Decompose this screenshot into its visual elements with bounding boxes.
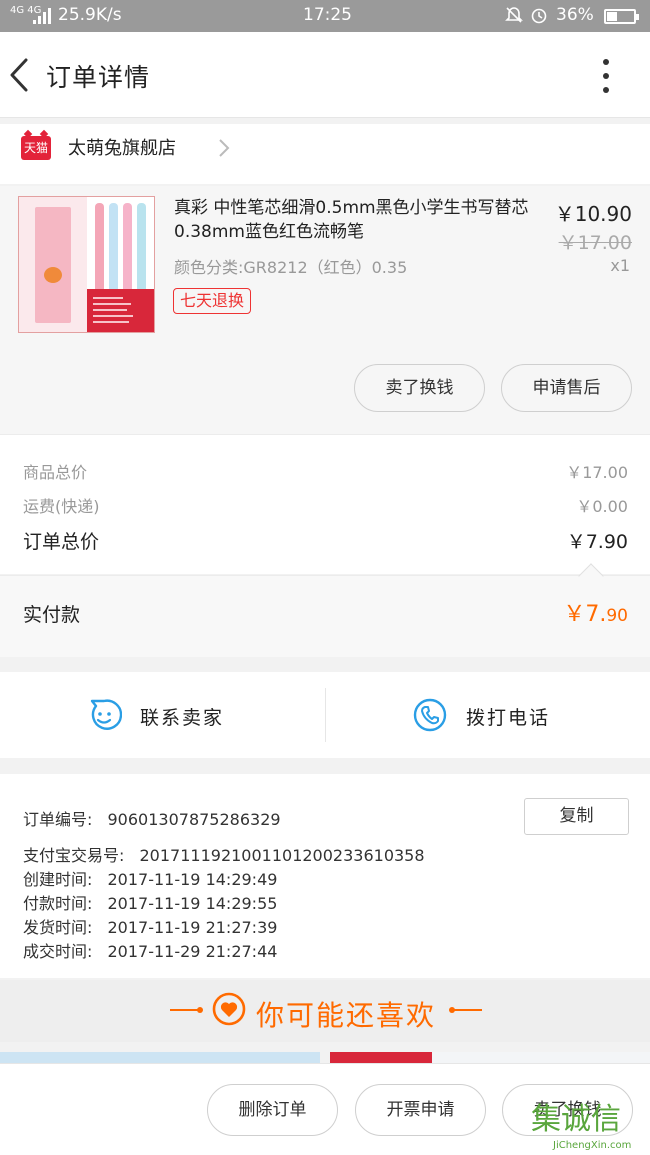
- shipping-value: ￥0.00: [576, 497, 628, 516]
- paid-value: ￥7.90: [563, 602, 628, 627]
- order-number: 90601307875286329: [107, 810, 281, 829]
- chat-icon: [90, 699, 122, 730]
- store-name: 太萌兔旗舰店: [68, 138, 176, 159]
- network-speed: 25.9K/s: [58, 5, 122, 25]
- product-quantity: x1: [610, 256, 630, 275]
- product-price: ￥10.90: [554, 202, 632, 226]
- done-label: 成交时间:: [23, 942, 93, 961]
- back-arrow-icon[interactable]: [6, 54, 36, 96]
- page-title: 订单详情: [46, 63, 151, 92]
- goods-total-label: 商品总价: [23, 463, 88, 482]
- store-row[interactable]: 天猫 太萌兔旗舰店: [0, 124, 650, 184]
- heart-icon: [212, 992, 246, 1026]
- price-summary: 商品总价 ￥17.00 运费(快递) ￥0.00 订单总价 ￥7.90: [0, 434, 650, 574]
- order-total-label: 订单总价: [23, 531, 100, 553]
- more-menu-icon[interactable]: [596, 56, 616, 96]
- product-spec: 颜色分类:GR8212（红色）0.35: [174, 258, 408, 277]
- order-total-value: ￥7.90: [566, 531, 628, 553]
- contact-bar: 联系卖家 拨打电话: [0, 672, 650, 758]
- phone-icon: [413, 698, 447, 732]
- paid-time-label: 付款时间:: [23, 894, 93, 913]
- clock: 17:25: [303, 5, 352, 25]
- invoice-button[interactable]: 开票申请: [355, 1084, 486, 1136]
- call-label: 拨打电话: [466, 707, 551, 729]
- call-button[interactable]: 拨打电话: [326, 672, 650, 758]
- sell-button[interactable]: 卖了换钱: [354, 364, 485, 412]
- paid-time-row: 付款时间: 2017-11-19 14:29:55: [23, 890, 277, 914]
- recommend-header: 你可能还喜欢: [0, 980, 650, 1042]
- product-card[interactable]: 真彩 中性笔芯细滑0.5mm黑色小学生书写替芯0.38mm蓝色红色流畅笔 颜色分…: [0, 186, 650, 434]
- order-number-label: 订单编号:: [23, 810, 93, 829]
- mute-bell-icon: [505, 7, 523, 23]
- watermark-logo: 集诚信: [531, 1102, 621, 1137]
- paid-amount-row: 实付款 ￥7.90: [0, 563, 650, 657]
- chevron-right-icon: [219, 139, 230, 157]
- order-info: 订单编号: 90601307875286329 复制 支付宝交易号: 20171…: [0, 774, 650, 978]
- app-header: 订单详情: [0, 32, 650, 118]
- status-bar: 4G 4G 25.9K/s 17:25 36%: [0, 0, 650, 32]
- goods-total-value: ￥17.00: [566, 463, 628, 482]
- alipay-row: 支付宝交易号: 2017111921001101200233610358: [23, 842, 425, 866]
- delete-order-button[interactable]: 删除订单: [207, 1084, 338, 1136]
- after-sale-button[interactable]: 申请售后: [501, 364, 632, 412]
- created-row: 创建时间: 2017-11-19 14:29:49: [23, 866, 277, 890]
- signal-icon: [33, 8, 53, 24]
- order-number-row: 订单编号: 90601307875286329: [23, 806, 281, 830]
- return-policy-badge: 七天退换: [173, 288, 252, 314]
- shipped-time: 2017-11-19 21:27:39: [107, 918, 278, 937]
- alipay-label: 支付宝交易号:: [23, 846, 125, 865]
- product-image[interactable]: [18, 196, 155, 333]
- done-time: 2017-11-29 21:27:44: [107, 942, 278, 961]
- shipped-label: 发货时间:: [23, 918, 93, 937]
- contact-seller-button[interactable]: 联系卖家: [0, 672, 325, 758]
- created-label: 创建时间:: [23, 870, 93, 889]
- watermark: 集诚信 JiChengXin.com: [531, 1102, 649, 1154]
- battery-icon: [604, 9, 639, 24]
- shipped-row: 发货时间: 2017-11-19 21:27:39: [23, 914, 277, 938]
- product-original-price: ￥17.00: [558, 232, 632, 254]
- paid-label: 实付款: [23, 604, 81, 626]
- battery-percent: 36%: [556, 5, 594, 25]
- alipay-number: 2017111921001101200233610358: [139, 846, 425, 865]
- contact-seller-label: 联系卖家: [140, 707, 225, 729]
- tmall-logo-icon: 天猫: [21, 136, 51, 160]
- created-time: 2017-11-19 14:29:49: [107, 870, 278, 889]
- copy-button[interactable]: 复制: [524, 798, 629, 835]
- watermark-url: JiChengXin.com: [553, 1140, 632, 1151]
- shipping-label: 运费(快递): [23, 497, 100, 516]
- paid-time: 2017-11-19 14:29:55: [107, 894, 278, 913]
- product-title: 真彩 中性笔芯细滑0.5mm黑色小学生书写替芯0.38mm蓝色红色流畅笔: [174, 198, 529, 242]
- done-row: 成交时间: 2017-11-29 21:27:44: [23, 938, 277, 962]
- recommend-title: 你可能还喜欢: [256, 999, 437, 1032]
- alarm-icon: [531, 8, 547, 24]
